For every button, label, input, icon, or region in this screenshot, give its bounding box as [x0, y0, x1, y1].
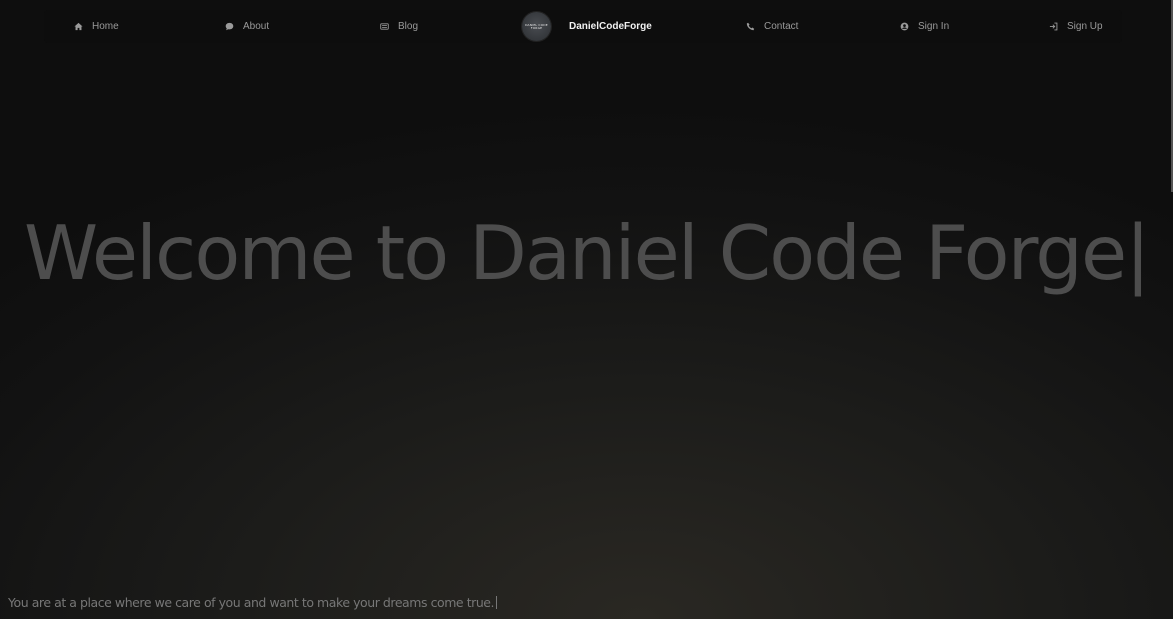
chat-bubble-icon — [225, 22, 234, 31]
nav-home-link[interactable]: Home — [74, 10, 119, 43]
hero-title: Welcome to Daniel Code Forge| — [24, 205, 1151, 301]
nav-signin-link[interactable]: Sign In — [900, 10, 949, 43]
nav-contact-link[interactable]: Contact — [746, 10, 798, 43]
newspaper-icon — [380, 22, 389, 31]
nav-about-label: About — [243, 21, 270, 32]
top-navbar: Home About Blog DANIEL CODE FORGE Daniel… — [44, 10, 1122, 43]
nav-signin-label: Sign In — [918, 21, 950, 32]
brand-link[interactable]: DANIEL CODE FORGE DanielCodeForge — [522, 11, 652, 42]
hero-title-text: Welcome to Daniel Code Forge — [24, 209, 1127, 297]
sign-in-arrow-icon — [1049, 22, 1058, 31]
hero-tagline: You are at a place where we care of you … — [8, 594, 498, 612]
phone-icon — [746, 22, 755, 31]
nav-signup-label: Sign Up — [1067, 21, 1103, 32]
tagline-caret — [496, 596, 498, 609]
nav-contact-label: Contact — [764, 21, 799, 32]
nav-blog-link[interactable]: Blog — [380, 10, 418, 43]
nav-about-link[interactable]: About — [225, 10, 269, 43]
typing-caret: | — [1125, 209, 1150, 297]
nav-blog-label: Blog — [398, 21, 419, 32]
user-circle-icon — [900, 22, 909, 31]
nav-home-label: Home — [92, 21, 119, 32]
hero-tagline-text: You are at a place where we care of you … — [8, 595, 495, 610]
brand-logo-text: DANIEL CODE FORGE — [525, 22, 548, 30]
home-icon — [74, 22, 83, 31]
brand-logo: DANIEL CODE FORGE — [522, 12, 551, 41]
brand-name: DanielCodeForge — [569, 21, 652, 32]
nav-signup-link[interactable]: Sign Up — [1049, 10, 1103, 43]
